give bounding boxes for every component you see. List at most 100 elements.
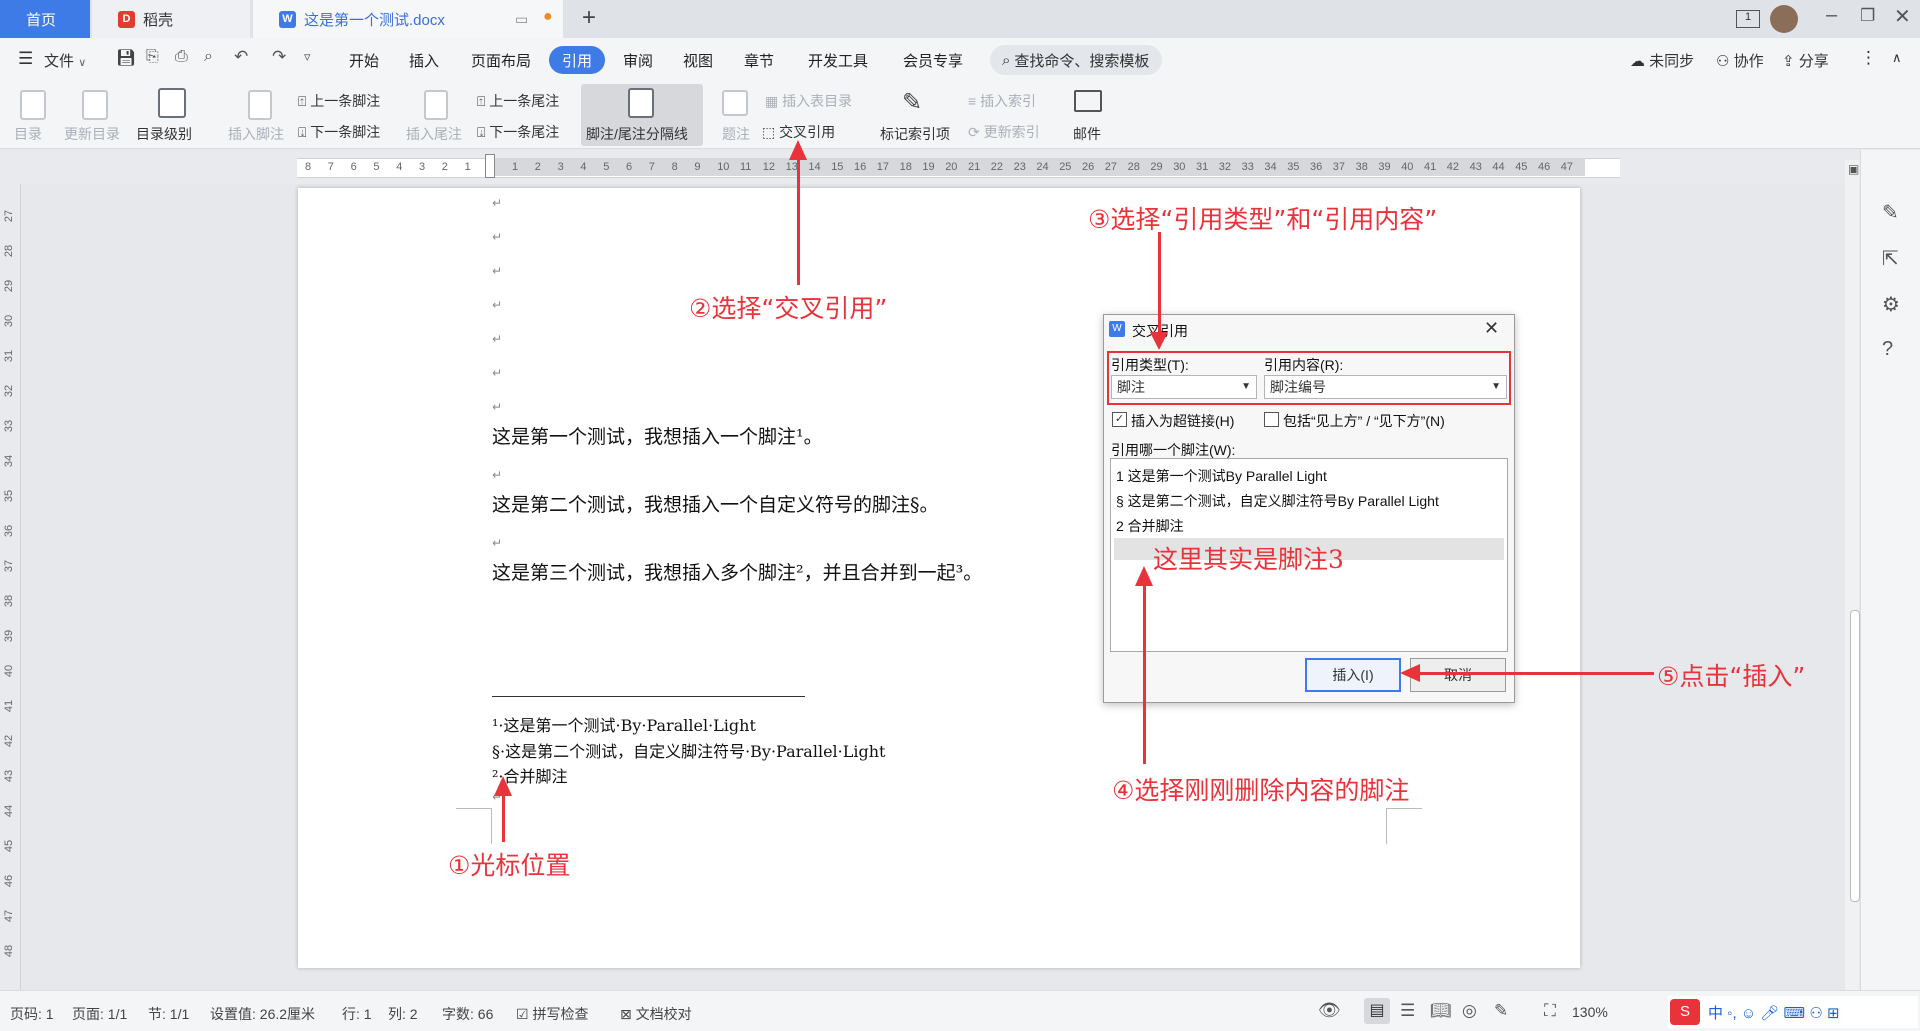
body-line-2[interactable]: 这是第二个测试，我想插入一个自定义符号的脚注§。 bbox=[492, 490, 939, 517]
next-footnote-button[interactable]: ⍗ 下一条脚注 bbox=[298, 122, 380, 142]
menu-member[interactable]: 会员专享 bbox=[903, 50, 963, 71]
mail-button[interactable]: 邮件 bbox=[1073, 124, 1101, 144]
ruler-tick-label: 43 bbox=[1469, 161, 1482, 173]
list-item[interactable]: 1 这是第一个测试By Parallel Light bbox=[1116, 466, 1327, 486]
proofread-button[interactable]: ⊠ 文档校对 bbox=[620, 1004, 692, 1024]
prev-footnote-button[interactable]: ⍐ 上一条脚注 bbox=[298, 91, 380, 111]
scrollbar-thumb[interactable] bbox=[1850, 610, 1860, 902]
share-button[interactable]: ⇪ 分享 bbox=[1782, 50, 1829, 71]
menu-developer[interactable]: 开发工具 bbox=[808, 50, 868, 71]
sync-status[interactable]: ☁ 未同步 bbox=[1630, 50, 1694, 71]
ruler-tick-label: 31 bbox=[1196, 161, 1209, 173]
cross-ref-button[interactable]: ⬚ 交叉引用 bbox=[762, 122, 835, 142]
footnote-1[interactable]: ¹·这是第一个测试·By·Parallel·Light bbox=[492, 712, 756, 736]
status-page[interactable]: 页码: 1 bbox=[10, 1004, 54, 1024]
fit-window-icon[interactable]: ⛶ bbox=[1544, 1001, 1556, 1021]
mail-icon bbox=[1074, 90, 1102, 112]
read-view-icon[interactable]: 📖︎ bbox=[1430, 1001, 1452, 1021]
tab-pin-icon[interactable]: ▭ bbox=[515, 11, 528, 28]
save-icon[interactable]: 💾︎ bbox=[116, 50, 136, 67]
menu-insert[interactable]: 插入 bbox=[409, 50, 439, 71]
hamburger-icon[interactable]: ☰ bbox=[18, 49, 33, 69]
vruler-tick-label: 44 bbox=[3, 804, 16, 818]
redo-icon[interactable]: ↷ bbox=[272, 47, 286, 67]
menu-chapter[interactable]: 章节 bbox=[744, 50, 774, 71]
edit-icon[interactable]: ✎ bbox=[1882, 200, 1899, 225]
mark-index-button[interactable]: 标记索引项 bbox=[880, 124, 950, 144]
collapse-ribbon-icon[interactable]: ∧ bbox=[1892, 50, 1902, 66]
print-icon[interactable]: ⎙ bbox=[175, 48, 188, 66]
update-toc-button[interactable]: 更新目录 bbox=[64, 124, 120, 144]
menu-start[interactable]: 开始 bbox=[349, 50, 379, 71]
pen-view-icon[interactable]: ✎ bbox=[1494, 1001, 1508, 1021]
insert-table-toc-button[interactable]: ▦ 插入表目录 bbox=[765, 91, 852, 111]
minimize-icon[interactable]: – bbox=[1826, 4, 1837, 27]
help-icon[interactable]: ? bbox=[1882, 338, 1893, 361]
settings-icon[interactable]: ⚙ bbox=[1882, 292, 1900, 317]
status-pages: 页面: 1/1 bbox=[72, 1006, 128, 1022]
tab-document[interactable]: W 这是第一个测试.docx ▭ ● bbox=[253, 0, 563, 38]
arrow-head-icon bbox=[1135, 566, 1153, 586]
spell-check-button[interactable]: ☑ 拼写检查 bbox=[516, 1004, 588, 1024]
ruler-tick-label: 29 bbox=[1150, 161, 1163, 173]
status-words[interactable]: 字数: 66 bbox=[442, 1004, 493, 1024]
body-line-3[interactable]: 这是第三个测试，我想插入多个脚注²，并且合并到一起³。 bbox=[492, 558, 982, 585]
command-search[interactable]: ⌕ 查找命令、搜索模板 bbox=[990, 45, 1162, 75]
ime-logo-icon[interactable]: S bbox=[1670, 999, 1700, 1025]
ime-status-icons[interactable]: 中 ◦, ☺ 🎤︎ ⌨ ⚇ ⊞ bbox=[1708, 1002, 1840, 1023]
body-line-1[interactable]: 这是第一个测试，我想插入一个脚注¹。 bbox=[492, 422, 823, 449]
vruler-tick-label: 37 bbox=[3, 559, 16, 573]
avatar[interactable] bbox=[1770, 5, 1798, 33]
cursor-icon[interactable]: ⇱ bbox=[1882, 246, 1899, 271]
dialog-close-icon[interactable]: ✕ bbox=[1484, 318, 1499, 339]
zoom-level[interactable]: 130% bbox=[1572, 1004, 1608, 1020]
tab-daoke[interactable]: D 稻壳 bbox=[92, 0, 250, 38]
eye-icon[interactable]: 👁︎ bbox=[1318, 1000, 1341, 1021]
hyperlink-checkbox[interactable]: ✓ bbox=[1112, 412, 1127, 427]
outline-view-icon[interactable]: ☰ bbox=[1400, 1001, 1415, 1021]
menu-references[interactable]: 引用 bbox=[549, 46, 605, 74]
customize-icon[interactable]: ▿ bbox=[304, 49, 311, 65]
caption-button[interactable]: 题注 bbox=[722, 124, 750, 144]
tab-home[interactable]: 首页 bbox=[0, 0, 90, 38]
share-icon: ⇪ bbox=[1782, 53, 1795, 70]
undo-icon[interactable]: ↶ bbox=[234, 47, 248, 67]
status-row: 行: 1 bbox=[342, 1006, 372, 1022]
restore-icon[interactable]: ❐ bbox=[1860, 6, 1875, 26]
collab-button[interactable]: ⚇ 协作 bbox=[1716, 50, 1764, 71]
menu-file[interactable]: 文件 ∨ bbox=[44, 50, 86, 71]
window-count-icon[interactable]: 1 bbox=[1736, 10, 1760, 28]
cancel-button[interactable]: 取消 bbox=[1410, 658, 1506, 692]
close-window-icon[interactable]: ✕ bbox=[1894, 4, 1911, 29]
footnote-2[interactable]: §·这是第二个测试，自定义脚注符号·By·Parallel·Light bbox=[492, 738, 885, 762]
annotation-arrow bbox=[502, 796, 505, 842]
list-item[interactable]: § 这是第二个测试，自定义脚注符号By Parallel Light bbox=[1116, 491, 1439, 511]
print-preview-icon[interactable]: ⌕ bbox=[204, 48, 213, 66]
mark-index-icon: ✎ bbox=[902, 89, 923, 116]
margin-corner bbox=[456, 808, 492, 809]
ruler-tick-label: 16 bbox=[854, 161, 867, 173]
insert-index-button[interactable]: ≡ 插入索引 bbox=[968, 91, 1036, 111]
next-endnote-button[interactable]: ⍗ 下一条尾注 bbox=[477, 122, 559, 142]
menu-view[interactable]: 视图 bbox=[683, 50, 713, 71]
prev-endnote-button[interactable]: ⍐ 上一条尾注 bbox=[477, 91, 559, 111]
toc-button[interactable]: 目录 bbox=[14, 124, 42, 144]
list-item[interactable]: 2 合并脚注 bbox=[1116, 516, 1184, 536]
new-tab-icon[interactable]: + bbox=[582, 4, 596, 32]
menu-review[interactable]: 审阅 bbox=[623, 50, 653, 71]
prev-endnote-icon: ⍐ bbox=[477, 93, 486, 109]
web-view-icon[interactable]: ◎ bbox=[1462, 1001, 1477, 1021]
ruler-toggle-icon[interactable]: ▣ bbox=[1848, 162, 1859, 176]
indent-marker[interactable] bbox=[485, 154, 495, 178]
export-pdf-icon[interactable]: ⎘ bbox=[146, 48, 159, 66]
page-view-icon[interactable]: ▤ bbox=[1364, 998, 1390, 1024]
update-index-button[interactable]: ⟳ 更新索引 bbox=[968, 122, 1040, 142]
insert-button[interactable]: 插入(I) bbox=[1305, 658, 1401, 692]
above-below-checkbox[interactable] bbox=[1264, 412, 1279, 427]
menu-layout[interactable]: 页面布局 bbox=[471, 50, 531, 71]
separator-button[interactable]: 脚注/尾注分隔线 bbox=[586, 124, 688, 144]
toc-level-button[interactable]: 目录级别 bbox=[136, 124, 192, 144]
insert-endnote-button[interactable]: 插入尾注 bbox=[406, 124, 462, 144]
more-icon[interactable]: ⋮ bbox=[1860, 48, 1877, 68]
insert-footnote-button[interactable]: 插入脚注 bbox=[228, 124, 284, 144]
